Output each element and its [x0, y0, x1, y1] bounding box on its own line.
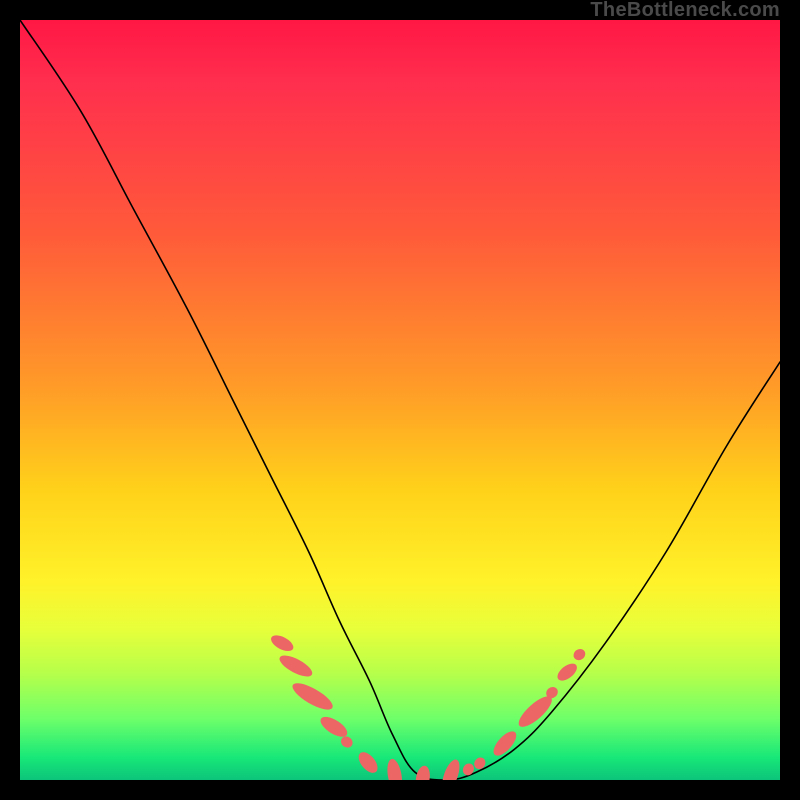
curve-marker [289, 678, 336, 714]
curve-marker [472, 755, 488, 771]
curve-marker [317, 713, 350, 741]
curve-marker [461, 761, 476, 777]
curve-marker [544, 685, 560, 701]
curve-marker [385, 758, 404, 780]
curve-marker [339, 734, 355, 750]
curve-marker [571, 647, 587, 663]
bottleneck-curve [20, 20, 780, 780]
watermark-text: TheBottleneck.com [590, 0, 780, 20]
curve-marker [269, 632, 296, 654]
curve-marker [554, 660, 579, 684]
chart-plot-area [20, 20, 780, 780]
curve-marker [414, 765, 432, 780]
curve-marker [355, 749, 381, 776]
curve-marker [439, 757, 463, 780]
curve-marker [514, 692, 556, 732]
curve-marker [277, 651, 316, 680]
curve-marker-group [269, 632, 588, 780]
outer-frame: TheBottleneck.com [0, 0, 800, 800]
curve-marker [490, 728, 520, 760]
chart-svg [20, 20, 780, 780]
